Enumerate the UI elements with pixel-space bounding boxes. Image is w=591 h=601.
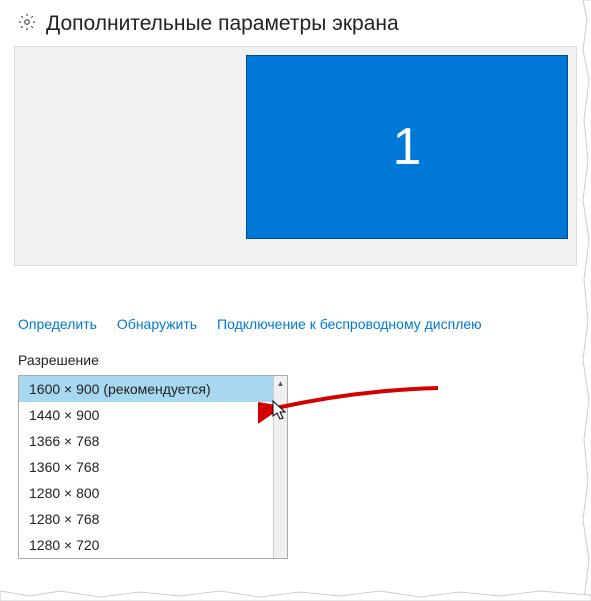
monitor-1[interactable]: 1 <box>246 55 568 239</box>
resolution-dropdown[interactable]: 1600 × 900 (рекомендуется) 1440 × 900 13… <box>18 375 288 559</box>
resolution-option[interactable]: 1280 × 768 <box>19 506 287 532</box>
monitor-number: 1 <box>393 117 422 177</box>
resolution-label: Разрешение <box>10 344 581 372</box>
action-links: Определить Обнаружить Подключение к бесп… <box>10 266 581 344</box>
monitor-preview-area: 1 <box>14 46 577 266</box>
scroll-up-icon[interactable]: ▲ <box>274 376 287 390</box>
wireless-display-link[interactable]: Подключение к беспроводному дисплею <box>217 316 482 332</box>
header: Дополнительные параметры экрана <box>10 8 581 46</box>
detect-link[interactable]: Обнаружить <box>117 316 197 332</box>
resolution-option[interactable]: 1280 × 800 <box>19 480 287 506</box>
gear-icon <box>18 13 36 36</box>
resolution-option[interactable]: 1366 × 768 <box>19 428 287 454</box>
resolution-option[interactable]: 1600 × 900 (рекомендуется) <box>19 376 287 402</box>
identify-link[interactable]: Определить <box>18 316 97 332</box>
dropdown-scrollbar[interactable]: ▲ <box>273 376 287 558</box>
page-title: Дополнительные параметры экрана <box>46 12 399 36</box>
resolution-option[interactable]: 1280 × 720 <box>19 532 287 558</box>
resolution-option[interactable]: 1440 × 900 <box>19 402 287 428</box>
torn-edge-bottom <box>0 589 591 601</box>
resolution-option[interactable]: 1360 × 768 <box>19 454 287 480</box>
